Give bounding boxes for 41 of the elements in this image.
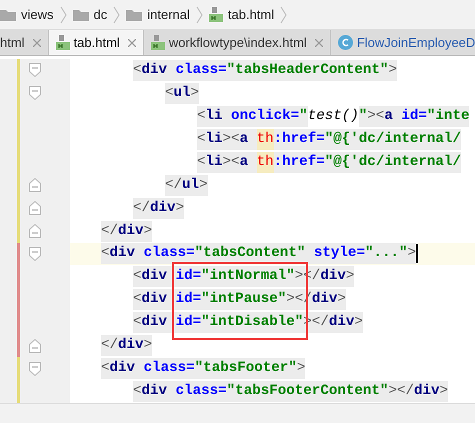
code-line: <li onclick="test()"><a id="inte [70,106,470,127]
fold-icon[interactable] [29,178,41,192]
folder-icon [0,8,16,20]
code-line: <li><a th:href="@{'dc/internal/ [70,152,461,173]
breadcrumb-item[interactable]: dc [94,7,108,22]
code-line: <div class="tabsContent" style="..."> [70,243,416,264]
fold-icon[interactable] [29,362,41,376]
code-line: </div> [70,335,152,356]
class-icon [338,35,353,50]
code-line: </div> [70,198,184,219]
chevron-icon [113,4,120,24]
editor-tab[interactable]: html [0,30,49,55]
folder-icon [126,8,142,20]
editor-tab[interactable]: tab.html [48,30,144,55]
code-line: </div> [70,220,152,242]
code-line: <ul> [70,82,200,104]
fold-icon[interactable] [29,86,41,100]
fold-icon[interactable] [29,63,41,78]
code-line: <div class="tabsFooter"> [70,358,306,380]
close-icon[interactable] [32,38,41,46]
chevron-icon [196,4,203,24]
breadcrumb-item[interactable]: internal [147,7,190,22]
folder-icon [72,8,89,20]
fold-icon[interactable] [29,224,41,238]
chevron-icon [280,4,288,24]
breadcrumb-item[interactable]: views [21,7,54,22]
html-file-icon [150,35,165,50]
fold-icon[interactable] [29,246,41,261]
close-icon[interactable] [128,38,136,46]
close-icon[interactable] [314,38,323,46]
code-line: <div class="tabsFooterContent"></div> [70,381,448,402]
html-file-icon [208,7,223,22]
fold-icon[interactable] [29,201,41,216]
html-file-icon [56,35,70,50]
breadcrumb-item[interactable]: tab.html [228,7,274,22]
code-line: <li><a th:href="@{'dc/internal/ [70,128,461,150]
text-caret [416,244,418,264]
code-line: <div class="tabsHeaderContent"> [70,60,397,81]
fold-icon[interactable] [29,338,41,353]
chevron-icon [60,4,67,24]
code-line: </ul> [70,174,208,196]
